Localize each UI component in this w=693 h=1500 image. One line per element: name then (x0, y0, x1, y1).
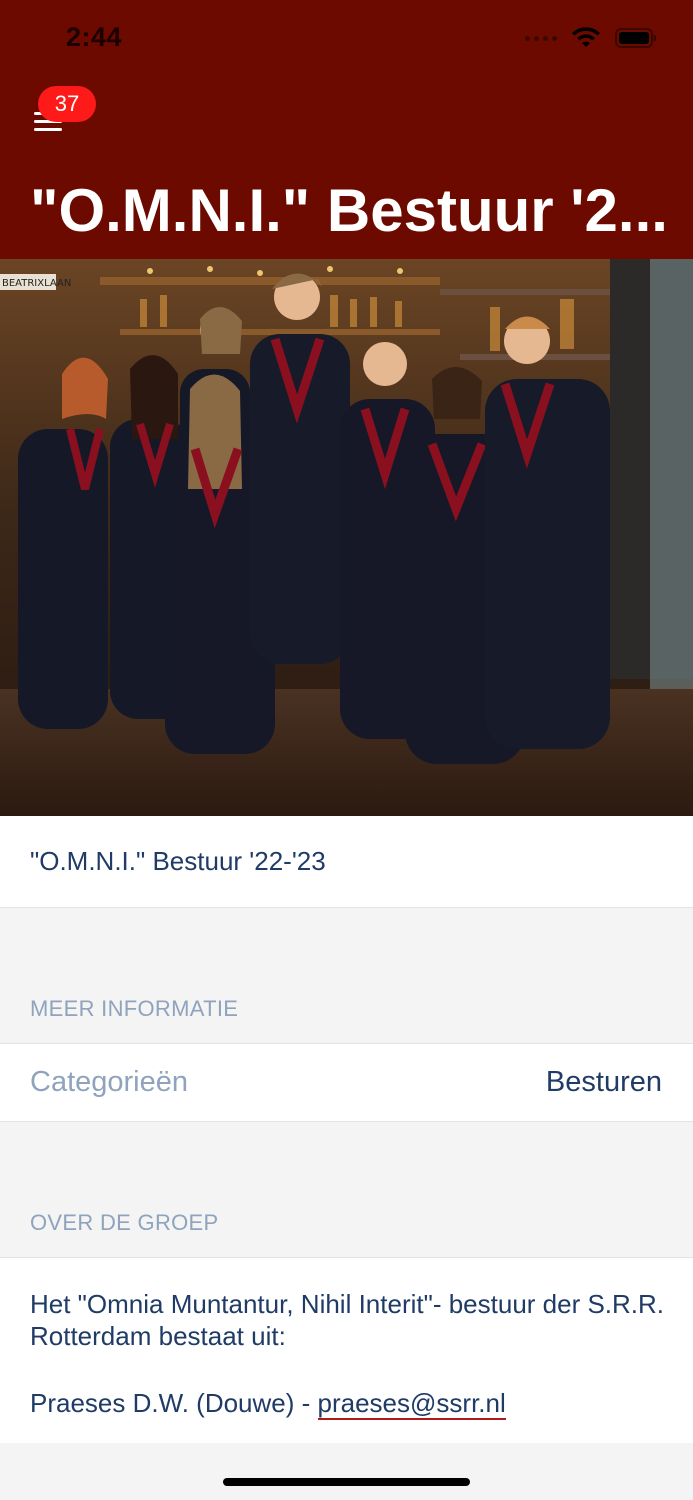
more-info-section-label: MEER INFORMATIE (30, 996, 239, 1021)
sign-text: BEATRIXLAAN (2, 278, 71, 289)
page-title: "O.M.N.I." Bestuur '2... (30, 177, 668, 244)
category-row[interactable]: Categorieën Besturen (0, 1043, 693, 1122)
praeses-label: Praeses D.W. (Douwe) - (30, 1388, 318, 1418)
wifi-icon (571, 27, 601, 49)
group-name: "O.M.N.I." Bestuur '22-'23 (30, 846, 326, 876)
home-indicator[interactable] (223, 1478, 470, 1486)
about-section-label: OVER DE GROEP (30, 1210, 219, 1235)
status-icons (525, 24, 657, 52)
group-photo: BEATRIXLAAN (0, 259, 693, 816)
app-header: 2:44 37 "O.M.N.I." Bestuur '2... (0, 0, 693, 259)
about-intro: Het "Omnia Muntantur, Nihil Interit"- be… (30, 1289, 665, 1351)
category-value[interactable]: Besturen (546, 1066, 662, 1099)
category-key: Categorieën (30, 1066, 188, 1098)
battery-icon (615, 28, 657, 48)
notification-badge[interactable]: 37 (38, 86, 96, 122)
group-name-row: "O.M.N.I." Bestuur '22-'23 (0, 816, 693, 908)
status-time: 2:44 (66, 22, 123, 52)
hamburger-icon-bar (34, 128, 62, 131)
signal-icon (525, 35, 557, 41)
about-praeses-line: Praeses D.W. (Douwe) - praeses@ssrr.nl (30, 1387, 670, 1420)
praeses-email-link[interactable]: praeses@ssrr.nl (317, 1388, 506, 1420)
about-group: Het "Omnia Muntantur, Nihil Interit"- be… (0, 1257, 693, 1443)
